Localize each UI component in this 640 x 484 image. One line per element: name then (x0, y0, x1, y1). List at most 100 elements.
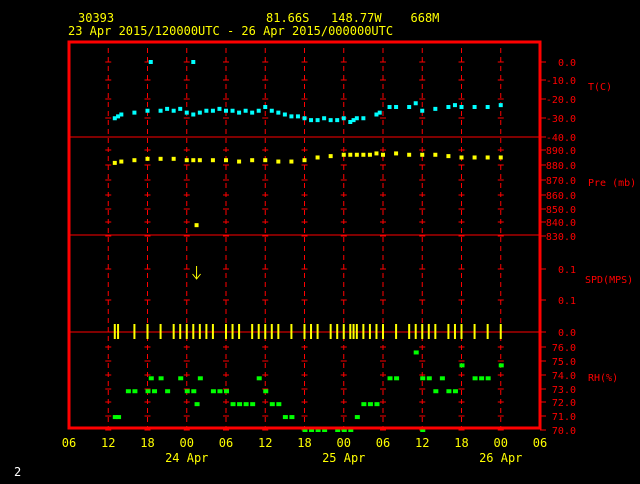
humidity-point (459, 363, 465, 368)
y-tick-label: -40.0 (546, 133, 576, 144)
pressure-point (158, 156, 163, 161)
temperature-point (184, 110, 189, 115)
humidity-point (269, 402, 275, 407)
humidity-point (217, 389, 223, 394)
x-tick-label: 00 (180, 436, 194, 450)
y-tick-label: 70.0 (552, 426, 576, 437)
y-tick-label: -10.0 (546, 76, 576, 87)
temperature-point (420, 108, 425, 113)
pressure-point (407, 152, 412, 157)
temperature-point (315, 118, 320, 123)
temperature-point (178, 106, 183, 111)
y-tick-label: 73.0 (552, 385, 576, 396)
temperature-point (335, 118, 340, 123)
meteogram-svg: 30393 81.66S 148.77W 668M 23 Apr 2015/12… (0, 0, 640, 480)
humidity-point (184, 389, 190, 394)
y-tick-label: 850.0 (546, 205, 576, 216)
humidity-point (446, 389, 452, 394)
humidity-point (276, 402, 282, 407)
wind-speed-bar (231, 324, 234, 339)
y-tick-label: 840.0 (546, 218, 576, 229)
temperature-point (145, 108, 150, 113)
y-tick-label: 830.0 (546, 232, 576, 243)
x-tick-label: 12 (415, 436, 429, 450)
temperature-point (237, 110, 242, 115)
y-tick-label: 76.0 (552, 343, 576, 354)
wind-speed-bar (447, 324, 450, 339)
humidity-point (132, 389, 138, 394)
temperature-point (361, 116, 366, 121)
x-tick-label: 00 (494, 436, 508, 450)
temperature-point (132, 110, 137, 115)
humidity-point (224, 389, 229, 394)
x-tick-label: 06 (62, 436, 76, 450)
wind-speed-bar (342, 324, 345, 339)
wind-speed-bar (172, 324, 175, 339)
panel-label: T(C) (588, 82, 612, 93)
pressure-point (237, 159, 242, 164)
wind-speed-bar (146, 324, 149, 339)
panel-label: RH(%) (588, 373, 618, 384)
temperature-point (433, 106, 438, 111)
y-tick-label: 890.0 (546, 146, 576, 157)
pressure-point (394, 151, 399, 156)
temperature-point (387, 105, 392, 109)
y-tick-label: 860.0 (546, 191, 576, 202)
wind-speed-bar (355, 324, 358, 339)
pressure-point (263, 158, 268, 163)
temperature-point (250, 110, 255, 115)
pressure-point (367, 152, 372, 157)
humidity-point (485, 376, 491, 381)
humidity-point (498, 363, 504, 368)
humidity-point (439, 376, 445, 381)
temperature-point (191, 112, 196, 117)
humidity-point (243, 402, 249, 407)
temperature-point (191, 60, 196, 64)
pressure-point (459, 155, 464, 160)
pressure-point (341, 152, 346, 157)
pressure-point (289, 159, 294, 164)
x-tick-label: 06 (533, 436, 547, 450)
humidity-point (426, 376, 432, 381)
pressure-point (354, 152, 359, 157)
pressure-point (184, 158, 189, 163)
humidity-point (148, 376, 154, 381)
humidity-point (125, 389, 131, 394)
x-tick-label: 12 (258, 436, 272, 450)
wind-speed-bar (264, 324, 267, 339)
pressure-point (119, 159, 124, 164)
wind-speed-bar (277, 324, 280, 339)
temperature-point (158, 108, 163, 113)
pressure-point (145, 156, 150, 161)
x-tick-label: 06 (219, 436, 233, 450)
temperature-point (148, 60, 153, 64)
humidity-point (116, 415, 122, 420)
humidity-point (452, 389, 458, 394)
humidity-point (145, 389, 151, 394)
temperature-point (485, 105, 490, 109)
humidity-point (230, 402, 236, 407)
humidity-point (250, 402, 256, 407)
humidity-point (194, 402, 200, 407)
temperature-point (269, 108, 274, 113)
temperature-point (407, 105, 412, 109)
temperature-point (295, 114, 300, 119)
pressure-point (485, 155, 490, 160)
meteogram: 30393 81.66S 148.77W 668M 23 Apr 2015/12… (0, 0, 640, 480)
humidity-point (210, 389, 216, 394)
wind-speed-bar (368, 324, 371, 339)
wind-speed-bar (159, 324, 162, 339)
wind-speed-bar (395, 324, 398, 339)
wind-speed-bar (198, 324, 201, 339)
pressure-point (348, 152, 353, 157)
pressure-point (194, 223, 199, 228)
pressure-point (224, 158, 228, 163)
temperature-point (328, 118, 333, 123)
pressure-point (420, 152, 425, 157)
wind-speed-bar (434, 324, 437, 339)
wind-speed-bar (336, 324, 339, 339)
pressure-point (171, 156, 176, 161)
temperature-point (119, 112, 124, 117)
background (0, 0, 640, 480)
wind-speed-bar (486, 324, 489, 339)
